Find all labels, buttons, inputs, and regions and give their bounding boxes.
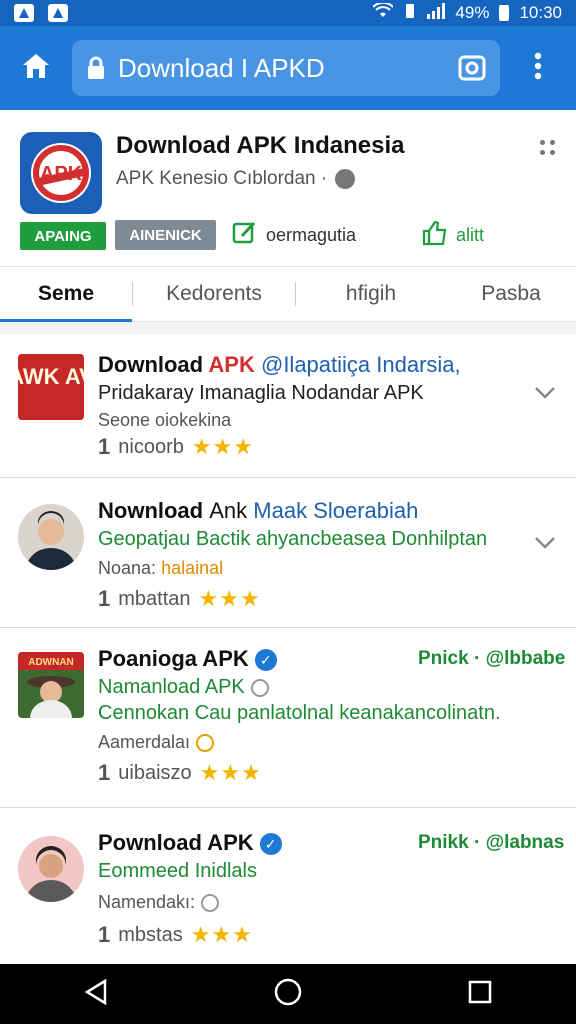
- url-text: Download I APKD: [118, 52, 325, 83]
- item-rating: 1 mbattan ★★★: [98, 586, 261, 611]
- notification-icon: [14, 4, 34, 22]
- tab-bar: Seme Kedorents hfigih Pasba: [0, 266, 576, 323]
- tab-hfigih[interactable]: hfigih: [296, 266, 446, 322]
- info-icon: [196, 734, 215, 753]
- list-item[interactable]: AWK AV Download APK @Ilapatiiça Indarsia…: [0, 334, 576, 478]
- home-circle-icon: [273, 977, 303, 1012]
- browser-toolbar: Download I APKD: [0, 26, 576, 110]
- chevron-down-icon[interactable]: [532, 380, 558, 406]
- status-chip[interactable]: AINENICK: [115, 220, 216, 250]
- item-subtitle: Namanload APK: [98, 676, 269, 699]
- tab-seme[interactable]: Seme: [0, 266, 132, 323]
- recents-button[interactable]: [450, 964, 510, 1024]
- item-rating: 1 mbstas ★★★: [98, 922, 253, 947]
- notification-icon: [48, 4, 68, 22]
- thumb-text: ADWNAN: [28, 657, 74, 668]
- item-description: Geopatjau Bactik ahyancbeasea Donhilptan: [98, 528, 488, 550]
- battery-icon: [499, 5, 510, 21]
- wifi-icon: [372, 1, 395, 24]
- item-meta: Namendakı:: [98, 892, 220, 913]
- system-nav-bar: [0, 964, 576, 1024]
- home-icon: [21, 52, 51, 85]
- item-title: Download APK @Ilapatiiça Indarsia,: [98, 352, 461, 377]
- globe-icon: [335, 169, 356, 189]
- item-thumbnail: ADWNAN: [18, 652, 84, 718]
- star-rating-icon: ★★★: [190, 922, 253, 947]
- result-list: AWK AV Download APK @Ilapatiiça Indarsia…: [0, 334, 576, 958]
- more-vertical-icon: [534, 52, 542, 85]
- globe-icon: [250, 678, 269, 697]
- battery-percent: 49%: [455, 3, 490, 22]
- star-rating-icon: ★★★: [198, 586, 261, 611]
- vibrate-icon: [403, 3, 417, 24]
- item-title: Nownload Ank Maak Sloerabiah: [98, 498, 419, 523]
- svg-text:APK: APK: [40, 163, 83, 185]
- more-options-icon[interactable]: [540, 140, 556, 156]
- item-source[interactable]: Pnikk · @labnas: [418, 832, 564, 854]
- item-meta: Aamerdalaı: [98, 732, 215, 753]
- signal-icon: [427, 2, 446, 24]
- edit-icon: [232, 220, 258, 251]
- item-description: Cennokan Cau panlatolnal keanakancolinat…: [98, 702, 501, 724]
- item-thumbnail: AWK AV: [18, 354, 84, 420]
- item-source[interactable]: Pnick · @lbbabe: [418, 648, 565, 670]
- thumbs-up-icon: [422, 220, 448, 251]
- verified-badge-icon: ✓: [259, 833, 282, 856]
- item-subtitle: Eommeed Inidlals: [98, 860, 257, 882]
- address-bar[interactable]: Download I APKD: [72, 40, 500, 96]
- item-description: Pridakaray Imanaglia Nodandar APK: [98, 382, 424, 404]
- tab-pasba[interactable]: Pasba: [446, 266, 576, 322]
- item-meta: Seone oiokekina: [98, 410, 232, 430]
- home-button[interactable]: [0, 26, 72, 110]
- chevron-down-icon[interactable]: [532, 530, 558, 556]
- list-item[interactable]: Pownload APK ✓ Pnikk · @labnas Eommeed In…: [0, 808, 576, 958]
- app-header: APK Download APK Indanesia APK Kenesio C…: [0, 110, 576, 266]
- back-triangle-icon: [83, 978, 109, 1011]
- overflow-menu-button[interactable]: [500, 26, 576, 110]
- recents-square-icon: [467, 979, 493, 1010]
- avatar: [18, 504, 84, 570]
- camera-icon[interactable]: [458, 55, 486, 81]
- app-subtitle: APK Kenesio Cıblordan ·: [116, 168, 356, 190]
- star-rating-icon: ★★★: [191, 434, 255, 459]
- list-item[interactable]: ADWNAN Poanioga APK ✓ Pnick · @lbbabe Nam…: [0, 628, 576, 808]
- app-title: Download APK Indanesia: [116, 132, 405, 159]
- status-bar: 49% 10:30: [0, 0, 576, 26]
- edit-action[interactable]: oermagutia: [232, 220, 356, 251]
- item-meta: Noana: halainal: [98, 558, 224, 578]
- clock: 10:30: [519, 3, 562, 22]
- app-logo: APK: [20, 132, 102, 214]
- section-separator: [0, 322, 576, 334]
- item-rating: 1 nicoorb ★★★: [98, 434, 255, 459]
- lock-icon: [86, 56, 106, 80]
- item-rating: 1 uibaiszo ★★★: [98, 760, 262, 785]
- verified-badge-icon: ✓: [254, 649, 277, 672]
- home-nav-button[interactable]: [258, 964, 318, 1024]
- star-rating-icon: ★★★: [199, 760, 262, 785]
- thumb-text: AWK AV: [18, 364, 84, 389]
- like-action[interactable]: alitt: [422, 220, 484, 251]
- item-title: Pownload APK ✓: [98, 830, 282, 856]
- tab-kedorents[interactable]: Kedorents: [133, 266, 295, 322]
- avatar: [18, 836, 84, 902]
- back-button[interactable]: [66, 964, 126, 1024]
- info-icon: [201, 894, 220, 913]
- list-item[interactable]: Nownload Ank Maak Sloerabiah Geopatjau B…: [0, 478, 576, 628]
- item-title: Poanioga APK ✓: [98, 646, 277, 672]
- category-chip[interactable]: APAING: [20, 222, 106, 250]
